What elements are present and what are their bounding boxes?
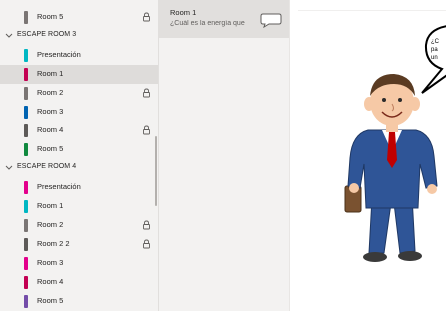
section-item[interactable]: Room 5 [0,292,158,311]
section-item[interactable]: Room 4 [0,273,158,292]
section-item[interactable]: Presentación [0,178,158,197]
speech-bubble-text: ¿C pa un [431,38,446,62]
section-item[interactable]: Room 1 [0,64,158,84]
section-item-label: Room 4 [37,276,64,286]
page-item-preview: ¿Cuál es la energía que [170,20,245,27]
lock-icon [143,220,150,230]
section-item-label: Room 5 [37,295,64,305]
section-color-tab [24,143,28,157]
canvas-divider [298,10,446,11]
section-item[interactable]: Room 2 [0,216,158,235]
section-color-tab [24,200,28,213]
section-item-label: Room 3 [37,257,64,267]
section-item-label: Room 1 [37,68,64,78]
lock-icon [143,125,150,135]
section-color-tab [24,86,28,100]
section-item-label: Room 2 [37,219,64,229]
section-color-tab [24,237,28,251]
section-item-label: Room 5 [37,144,64,154]
section-item-label: Room 2 [37,87,64,97]
section-item[interactable]: Room 3 [0,103,158,122]
section-item[interactable]: Room 1 [0,197,158,216]
section-color-tab [24,181,28,195]
section-color-tab [24,105,28,119]
section-color-tab [24,294,28,308]
section-group-label: ESCAPE ROOM 3 [17,30,77,38]
lock-icon [143,88,150,98]
page-list-pane: Room 1 ¿Cuál es la energía que [159,0,290,311]
section-item-label: Room 2 2 [37,238,70,248]
section-navigation-pane: Room 5 ESCAPE ROOM 3 Presentación Room 1 Roo… [0,0,159,311]
lock-icon [143,12,150,22]
section-group-header[interactable]: ESCAPE ROOM 4 [0,159,158,178]
section-color-tab [24,275,28,289]
lock-icon [143,239,150,249]
section-item-label: Presentación [37,182,81,192]
bubble-line: un [431,55,438,61]
businessman-illustration [344,74,438,262]
bubble-line: pa [431,47,438,53]
page-item-title: Room 1 [170,8,197,17]
section-item[interactable]: Room 5 [0,8,158,27]
chevron-down-icon[interactable] [5,33,13,39]
section-item-label: Presentación [37,49,81,59]
section-item[interactable]: Room 4 [0,121,158,140]
section-item-label: Room 5 [37,12,64,21]
onenote-window: Room 5 ESCAPE ROOM 3 Presentación Room 1 Roo… [0,0,446,311]
section-item[interactable]: Presentación [0,46,158,65]
section-color-tab [24,48,28,62]
section-item[interactable]: Room 2 [0,84,158,103]
section-item-label: Room 1 [37,201,64,210]
section-item[interactable]: Room 2 2 [0,235,158,254]
section-item[interactable]: Room 3 [0,254,158,273]
section-group-header[interactable]: ESCAPE ROOM 3 [0,27,158,46]
section-item-label: Room 4 [37,125,64,135]
section-item-label: Room 3 [37,106,64,116]
section-color-tab [24,67,28,81]
note-canvas[interactable]: ¿C pa un [290,0,446,311]
section-group-label: ESCAPE ROOM 4 [17,163,77,171]
comment-icon[interactable] [260,12,282,28]
section-color-tab [24,256,28,270]
chevron-down-icon[interactable] [5,165,13,171]
section-color-tab [24,11,28,24]
section-color-tab [24,124,28,138]
section-color-tab [24,218,28,232]
page-item-selected[interactable]: Room 1 ¿Cuál es la energía que [159,0,289,38]
bubble-line: ¿C [431,39,439,45]
section-item[interactable]: Room 5 [0,140,158,159]
